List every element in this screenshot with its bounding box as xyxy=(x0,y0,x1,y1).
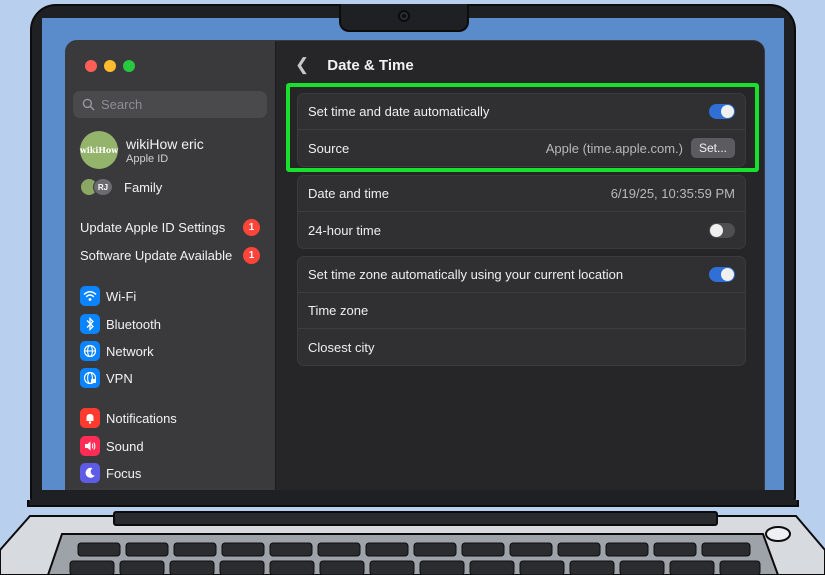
date-time-group: Date and time 6/19/25, 10:35:59 PM 24-ho… xyxy=(297,175,746,249)
sidebar-item-bluetooth[interactable]: Bluetooth xyxy=(80,314,161,334)
family-avatars: RJ xyxy=(80,178,116,196)
auto-zone-toggle[interactable] xyxy=(709,267,735,282)
network-icon xyxy=(80,341,100,361)
minimize-button[interactable] xyxy=(104,60,116,72)
family-avatar-2: RJ xyxy=(93,178,113,196)
notification-badge: 1 xyxy=(243,219,260,236)
profile-name: wikiHow eric xyxy=(126,135,204,152)
date-time-label: Date and time xyxy=(308,186,389,201)
notifications-icon xyxy=(80,408,100,428)
sidebar-item-label: Network xyxy=(106,343,154,359)
auto-zone-label: Set time zone automatically using your c… xyxy=(308,267,624,282)
toggle-knob xyxy=(721,268,734,281)
sidebar-item-focus[interactable]: Focus xyxy=(80,463,141,483)
time-zone-label: Time zone xyxy=(308,303,369,318)
avatar: wikiHow xyxy=(80,131,118,169)
close-button[interactable] xyxy=(85,60,97,72)
auto-time-row: Set time and date automatically xyxy=(298,94,745,130)
date-time-value: 6/19/25, 10:35:59 PM xyxy=(610,186,735,201)
sidebar-item-wifi[interactable]: Wi-Fi xyxy=(80,286,136,306)
page-title: Date & Time xyxy=(327,56,414,74)
notice-label: Update Apple ID Settings xyxy=(80,220,226,235)
screen: wikiHow wikiHow eric Apple ID RJ Family … xyxy=(42,18,784,490)
search-icon xyxy=(82,98,95,111)
apple-id-profile[interactable]: wikiHow wikiHow eric Apple ID xyxy=(80,131,204,169)
hour24-label: 24-hour time xyxy=(308,222,381,238)
family-label: Family xyxy=(124,179,163,195)
sidebar-item-notifications[interactable]: Notifications xyxy=(80,408,177,428)
settings-window: wikiHow wikiHow eric Apple ID RJ Family … xyxy=(65,40,765,490)
sidebar-item-update-apple-id[interactable]: Update Apple ID Settings 1 xyxy=(80,219,260,236)
main-pane: ❮ Date & Time Set time and date automati… xyxy=(277,41,764,490)
sidebar-item-sound[interactable]: Sound xyxy=(80,436,144,456)
notice-label: Software Update Available xyxy=(80,248,233,263)
source-value: Apple (time.apple.com.) xyxy=(545,140,683,156)
toggle-knob xyxy=(721,105,734,118)
sidebar: wikiHow wikiHow eric Apple ID RJ Family … xyxy=(66,41,276,490)
vpn-icon xyxy=(80,368,100,388)
sidebar-item-label: Sound xyxy=(106,438,144,454)
time-zone-row: Time zone xyxy=(298,293,745,329)
source-label: Source xyxy=(308,140,350,156)
toggle-knob xyxy=(710,223,723,237)
date-time-row[interactable]: Date and time 6/19/25, 10:35:59 PM xyxy=(298,176,745,212)
search-input[interactable] xyxy=(101,97,251,112)
camera-notch xyxy=(339,4,469,32)
sidebar-item-label: Focus xyxy=(106,465,142,481)
profile-subtitle: Apple ID xyxy=(126,152,169,165)
zoom-button[interactable] xyxy=(123,60,135,72)
auto-zone-row: Set time zone automatically using your c… xyxy=(298,257,745,293)
sidebar-item-label: Wi-Fi xyxy=(106,288,137,304)
auto-time-group: Set time and date automatically Source A… xyxy=(297,93,746,167)
auto-time-label: Set time and date automatically xyxy=(308,104,490,119)
camera-icon xyxy=(398,10,410,22)
sidebar-item-software-update[interactable]: Software Update Available 1 xyxy=(80,247,260,264)
focus-icon xyxy=(80,463,100,483)
window-controls xyxy=(85,60,135,72)
closest-city-label: Closest city xyxy=(308,339,375,355)
search-field[interactable] xyxy=(73,91,267,118)
closest-city-row: Closest city xyxy=(298,329,745,365)
main-header: ❮ Date & Time xyxy=(277,41,764,89)
source-controls: Apple (time.apple.com.) Set... xyxy=(546,138,735,158)
sidebar-item-label: Bluetooth xyxy=(106,316,161,332)
sidebar-item-label: Notifications xyxy=(106,410,177,426)
bluetooth-icon xyxy=(80,314,100,334)
chevron-left-icon[interactable]: ❮ xyxy=(295,55,309,75)
source-row: Source Apple (time.apple.com.) Set... xyxy=(298,130,745,166)
wifi-icon xyxy=(80,286,100,306)
laptop-base xyxy=(0,500,825,575)
time-zone-group: Set time zone automatically using your c… xyxy=(297,256,746,366)
notification-badge: 1 xyxy=(243,247,260,264)
sidebar-item-family[interactable]: RJ Family xyxy=(80,178,162,196)
sidebar-item-vpn[interactable]: VPN xyxy=(80,368,133,388)
sidebar-item-label: VPN xyxy=(106,370,133,386)
auto-time-toggle[interactable] xyxy=(709,104,735,119)
sound-icon xyxy=(80,436,100,456)
hour24-row: 24-hour time xyxy=(298,212,745,248)
set-source-button[interactable]: Set... xyxy=(690,138,735,158)
hour24-toggle[interactable] xyxy=(709,222,735,238)
sidebar-item-network[interactable]: Network xyxy=(80,341,154,361)
